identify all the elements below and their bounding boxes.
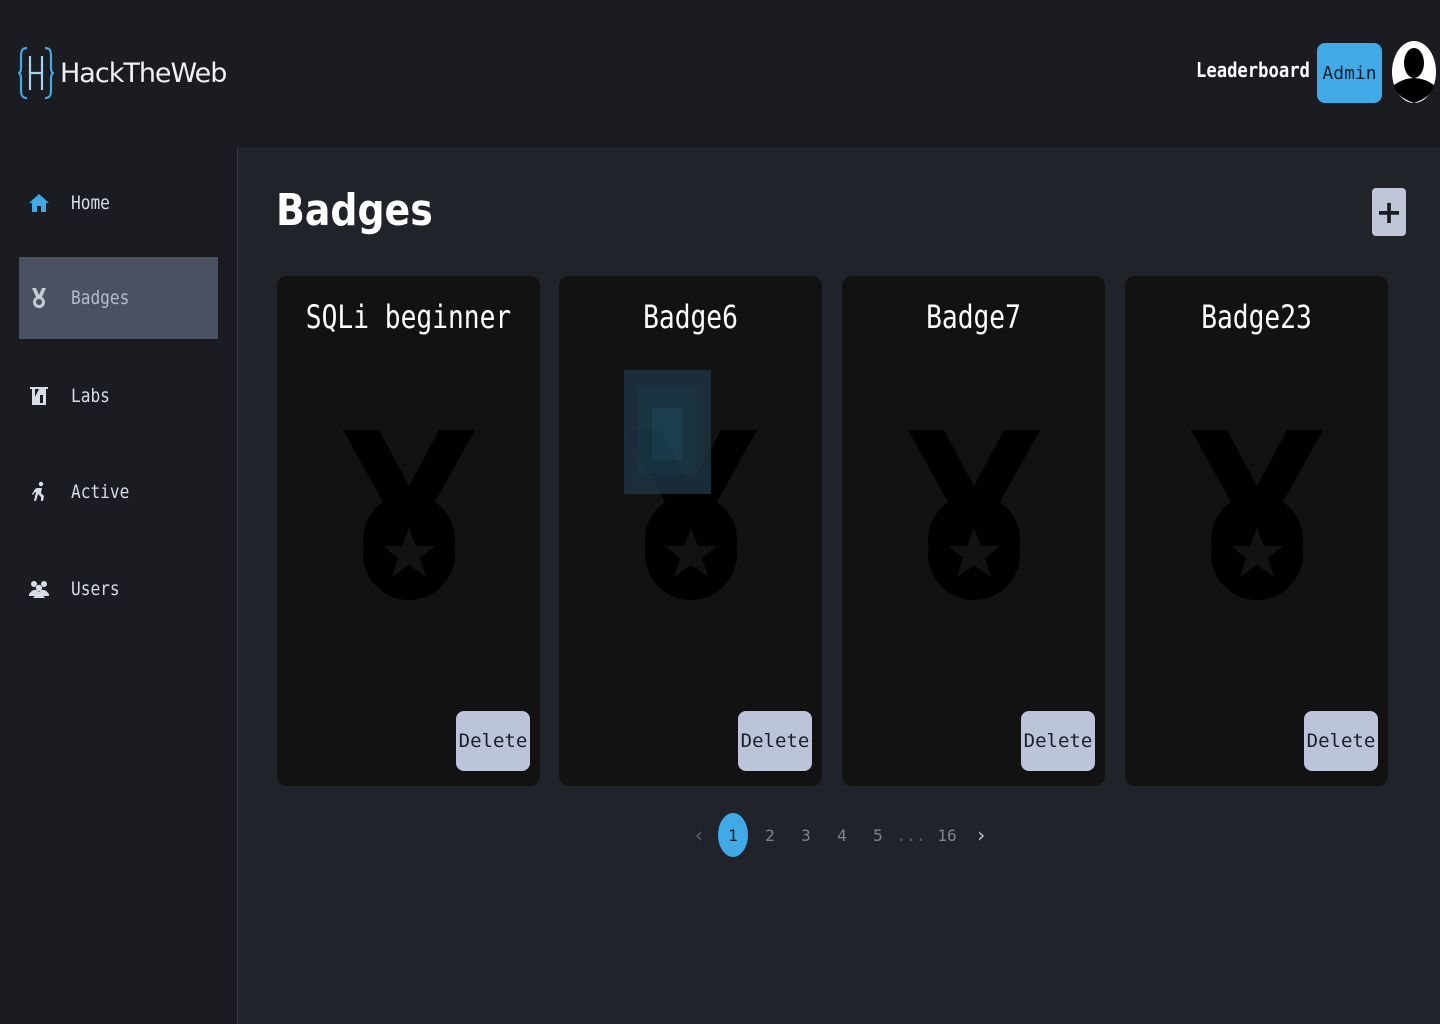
pagination: ‹ 1 2 3 4 5 ... 16 › <box>690 813 990 857</box>
page-3-button[interactable]: 3 <box>798 813 814 857</box>
badge-card: Badge6 Delete <box>559 276 822 786</box>
sidebar-item-label: Home <box>71 192 110 214</box>
sidebar-item-label: Users <box>71 578 120 600</box>
running-icon <box>23 481 55 503</box>
sidebar-item-home[interactable]: Home <box>19 162 218 244</box>
drag-ghost-image <box>624 370 711 494</box>
badge-card: SQLi beginner Delete <box>277 276 540 786</box>
medal-icon <box>23 287 55 309</box>
user-avatar-icon <box>1392 41 1436 103</box>
medal-icon <box>908 430 1040 600</box>
badge-title: Badge23 <box>1201 298 1312 336</box>
next-page-button[interactable]: › <box>972 813 990 857</box>
badge-card: Badge23 Delete <box>1125 276 1388 786</box>
leaderboard-link[interactable]: Leaderboard <box>1196 58 1310 82</box>
page-16-button[interactable]: 16 <box>936 813 958 857</box>
sidebar-item-badges[interactable]: Badges <box>19 257 218 339</box>
page-1-button[interactable]: 1 <box>718 813 748 857</box>
badge-card: Badge7 Delete <box>842 276 1105 786</box>
sidebar-item-label: Active <box>71 481 130 503</box>
top-bar: HackTheWeb Leaderboard Admin <box>0 0 1440 147</box>
sidebar-item-labs[interactable]: Labs <box>19 355 218 437</box>
page-5-button[interactable]: 5 <box>870 813 886 857</box>
medal-icon <box>1191 430 1323 600</box>
brand-name: HackTheWeb <box>60 57 227 89</box>
prev-page-button[interactable]: ‹ <box>690 813 708 857</box>
logo[interactable]: HackTheWeb <box>18 44 227 102</box>
sidebar-item-label: Badges <box>71 287 130 309</box>
delete-button[interactable]: Delete <box>1304 711 1378 771</box>
page-title: Badges <box>276 185 433 236</box>
sidebar: Home Badges Labs Active Users <box>0 147 238 1024</box>
pagination-ellipsis: ... <box>896 825 926 845</box>
flask-icon <box>23 385 55 407</box>
badge-title: SQLi beginner <box>305 298 512 336</box>
delete-button[interactable]: Delete <box>456 711 530 771</box>
sidebar-item-users[interactable]: Users <box>19 548 218 630</box>
delete-button[interactable]: Delete <box>1021 711 1095 771</box>
sidebar-item-active[interactable]: Active <box>19 451 218 533</box>
medal-icon <box>343 430 475 600</box>
page-2-button[interactable]: 2 <box>762 813 778 857</box>
logo-icon <box>18 46 54 100</box>
add-badge-button[interactable]: + <box>1372 188 1406 236</box>
badge-title: Badge7 <box>926 298 1021 336</box>
avatar[interactable] <box>1392 41 1436 103</box>
sidebar-item-label: Labs <box>71 385 110 407</box>
page-4-button[interactable]: 4 <box>834 813 850 857</box>
delete-button[interactable]: Delete <box>738 711 812 771</box>
admin-button[interactable]: Admin <box>1317 43 1382 103</box>
badge-title: Badge6 <box>643 298 738 336</box>
users-icon <box>23 578 55 600</box>
home-icon <box>23 192 55 214</box>
